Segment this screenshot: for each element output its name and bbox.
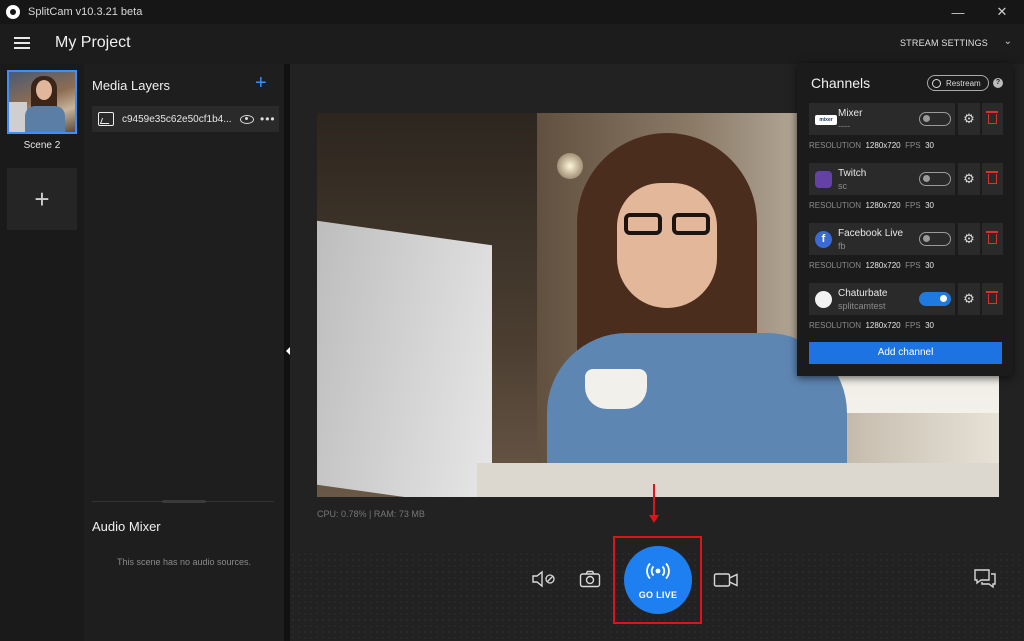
stream-settings-button[interactable]: STREAM SETTINGS: [900, 38, 988, 48]
trash-icon: [986, 171, 998, 184]
minimize-button[interactable]: —: [936, 0, 980, 24]
go-live-label: GO LIVE: [638, 590, 678, 600]
channel-resolution: RESOLUTION 1280x720 FPS 30: [809, 141, 934, 150]
close-button[interactable]: ✕: [980, 0, 1024, 24]
hamburger-menu-icon[interactable]: [14, 37, 30, 49]
video-camera-icon[interactable]: [713, 572, 739, 588]
snapshot-camera-icon[interactable]: [579, 570, 601, 588]
restream-label: Restream: [946, 78, 981, 88]
window-title: SplitCam v10.3.21 beta: [28, 6, 143, 18]
delete-channel-button[interactable]: [982, 223, 1003, 255]
scene-label: Scene 2: [23, 140, 61, 151]
chevron-down-icon[interactable]: ⌄: [1004, 36, 1012, 47]
channel-card[interactable]: Chaturbate splitcamtest: [809, 283, 955, 315]
channel-name: Chaturbate: [838, 288, 888, 299]
facebook-logo-icon: f: [815, 231, 832, 248]
media-layers-title: Media Layers: [92, 78, 171, 93]
channel-name: Twitch: [838, 168, 867, 179]
channels-panel: Channels Restream ? mixer Mixer ---- ⚙ R…: [797, 63, 1013, 376]
image-icon: [98, 112, 114, 126]
audio-empty-text: This scene has no audio sources.: [116, 557, 252, 567]
restream-toggle[interactable]: Restream: [927, 75, 989, 91]
eye-icon[interactable]: [240, 114, 254, 124]
channel-account: sc: [838, 181, 847, 191]
layer-item[interactable]: c9459e35c62e50cf1b4... •••: [92, 106, 279, 132]
channel-toggle[interactable]: [919, 172, 951, 186]
channel-resolution: RESOLUTION 1280x720 FPS 30: [809, 201, 934, 210]
channel-card[interactable]: f Facebook Live fb: [809, 223, 955, 255]
go-live-button[interactable]: GO LIVE: [624, 546, 692, 614]
delete-channel-button[interactable]: [982, 163, 1003, 195]
channel-mixer: mixer Mixer ---- ⚙ RESOLUTION 1280x720 F…: [809, 103, 1003, 150]
channel-account: splitcamtest: [838, 301, 886, 311]
add-channel-button[interactable]: Add channel: [809, 342, 1002, 364]
channel-toggle[interactable]: [919, 292, 951, 306]
broadcast-icon: [646, 562, 670, 580]
app-logo-icon: [6, 5, 20, 19]
channel-name: Facebook Live: [838, 228, 904, 239]
app-header: My Project STREAM SETTINGS ⌄: [0, 24, 1024, 64]
performance-stats: CPU: 0.78% | RAM: 73 MB: [317, 509, 425, 519]
channel-chaturbate: Chaturbate splitcamtest ⚙ RESOLUTION 128…: [809, 283, 1003, 330]
trash-icon: [986, 111, 998, 124]
mixer-logo-icon: mixer: [815, 115, 837, 125]
annotation-arrow: [653, 484, 655, 518]
delete-channel-button[interactable]: [982, 103, 1003, 135]
scene-thumbnail[interactable]: [7, 70, 77, 134]
radio-icon: [932, 78, 941, 88]
gear-icon[interactable]: ⚙: [958, 163, 980, 195]
trash-icon: [986, 291, 998, 304]
gear-icon[interactable]: ⚙: [958, 283, 980, 315]
layer-name: c9459e35c62e50cf1b4...: [122, 113, 232, 125]
help-icon[interactable]: ?: [993, 78, 1003, 88]
channel-toggle[interactable]: [919, 232, 951, 246]
channel-resolution: RESOLUTION 1280x720 FPS 30: [809, 261, 934, 270]
resize-handle[interactable]: [162, 500, 206, 503]
annotation-arrow-head: [649, 515, 659, 523]
title-bar: SplitCam v10.3.21 beta — ✕: [0, 0, 1024, 24]
project-title: My Project: [55, 34, 131, 51]
delete-channel-button[interactable]: [982, 283, 1003, 315]
twitch-logo-icon: [815, 171, 832, 188]
scenes-panel: Scene 2 +: [0, 64, 84, 641]
more-options-icon[interactable]: •••: [260, 112, 276, 126]
chaturbate-logo-icon: [815, 291, 832, 308]
audio-mixer-title: Audio Mixer: [92, 519, 161, 534]
trash-icon: [986, 231, 998, 244]
chat-icon[interactable]: [973, 568, 997, 590]
gear-icon[interactable]: ⚙: [958, 103, 980, 135]
channel-card[interactable]: Twitch sc: [809, 163, 955, 195]
channel-resolution: RESOLUTION 1280x720 FPS 30: [809, 321, 934, 330]
channel-twitch: Twitch sc ⚙ RESOLUTION 1280x720 FPS 30: [809, 163, 1003, 210]
channels-title: Channels: [811, 75, 871, 91]
channel-card[interactable]: mixer Mixer ----: [809, 103, 955, 135]
add-scene-button[interactable]: +: [7, 168, 77, 230]
channel-account: ----: [838, 121, 850, 131]
channel-facebook-live: f Facebook Live fb ⚙ RESOLUTION 1280x720…: [809, 223, 1003, 270]
add-layer-button[interactable]: +: [255, 72, 267, 95]
channel-toggle[interactable]: [919, 112, 951, 126]
media-layers-panel: Media Layers + c9459e35c62e50cf1b4... ••…: [84, 64, 284, 641]
channel-name: Mixer: [838, 108, 863, 119]
gear-icon[interactable]: ⚙: [958, 223, 980, 255]
channel-account: fb: [838, 241, 846, 251]
mute-mic-icon[interactable]: [531, 570, 557, 588]
